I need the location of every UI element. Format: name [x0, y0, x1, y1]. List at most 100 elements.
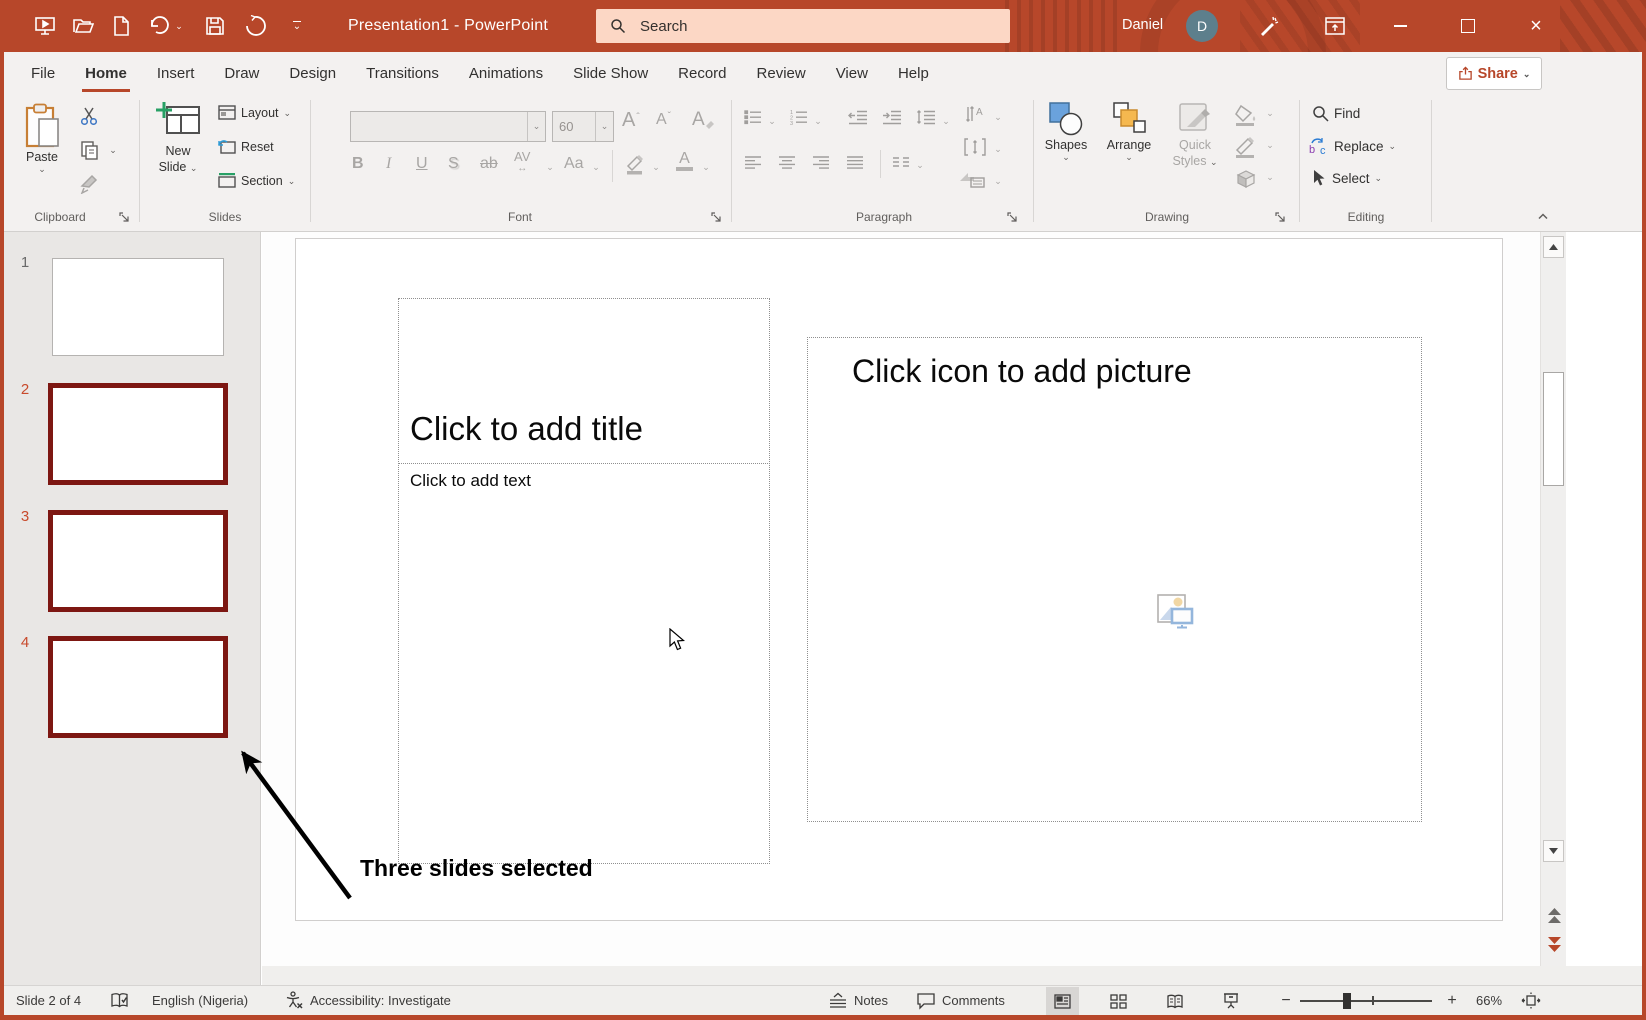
previous-slide-button[interactable] [1544, 904, 1564, 928]
highlight-button[interactable] [624, 153, 646, 175]
zoom-slider-track[interactable] [1300, 1000, 1432, 1002]
redo-button[interactable] [238, 9, 272, 43]
fit-slide-to-window-button[interactable] [1516, 986, 1546, 1015]
scrollbar-thumb[interactable] [1543, 372, 1564, 486]
numbering-button[interactable]: 123 [790, 109, 808, 125]
quick-styles-button[interactable]: Quick Styles ⌄ [1166, 101, 1224, 169]
open-file-icon[interactable] [66, 9, 100, 43]
shape-fill-chevron[interactable]: ⌄ [1264, 107, 1276, 119]
shape-effects-chevron[interactable]: ⌄ [1264, 171, 1276, 183]
layout-button[interactable]: Layout ⌄ [218, 105, 291, 121]
font-size-combo[interactable]: 60 ⌄ [552, 111, 614, 142]
tab-record[interactable]: Record [663, 52, 741, 95]
scroll-up-button[interactable] [1543, 236, 1564, 258]
text-direction-chevron[interactable]: ⌄ [992, 111, 1004, 123]
slide-page[interactable]: Click to add title Click to add text Cli… [295, 238, 1503, 921]
bullets-button[interactable] [744, 109, 762, 125]
smartart-chevron[interactable]: ⌄ [992, 175, 1004, 187]
text-direction-button[interactable]: A [964, 105, 986, 125]
start-slideshow-button[interactable] [28, 9, 62, 43]
copy-dropdown-chevron[interactable]: ⌄ [106, 143, 120, 157]
shape-outline-button[interactable] [1232, 135, 1260, 159]
tab-slide-show[interactable]: Slide Show [558, 52, 663, 95]
accessibility-checker[interactable]: Accessibility: Investigate [284, 986, 451, 1015]
customize-qat-chevron[interactable]: ⌄ [288, 13, 306, 37]
slide-show-button[interactable] [1214, 987, 1247, 1015]
paste-button[interactable]: Paste ⌄ [14, 101, 70, 174]
drawing-dialog-launcher[interactable] [1274, 211, 1286, 223]
picture-placeholder[interactable]: Click icon to add picture [807, 337, 1422, 822]
convert-smartart-button[interactable] [958, 169, 986, 189]
slide-thumbnail-2[interactable] [48, 383, 228, 485]
columns-chevron[interactable]: ⌄ [914, 159, 926, 171]
character-spacing-chevron[interactable]: ⌄ [544, 161, 556, 173]
minimize-button[interactable] [1378, 6, 1422, 46]
decrease-indent-button[interactable] [848, 109, 868, 125]
slide-sorter-view-button[interactable] [1102, 987, 1135, 1015]
text-shadow-button[interactable]: S [448, 155, 459, 173]
shrink-font-button[interactable]: Aˇ [656, 111, 671, 129]
insert-picture-icon[interactable] [1154, 590, 1196, 632]
increase-indent-button[interactable] [882, 109, 902, 125]
slide-thumbnail-4[interactable] [48, 636, 228, 738]
avatar[interactable]: D [1186, 10, 1218, 42]
notes-button[interactable]: Notes [828, 986, 888, 1015]
normal-view-button[interactable] [1046, 987, 1079, 1015]
bold-button[interactable]: B [352, 155, 364, 173]
vertical-scrollbar[interactable] [1540, 232, 1566, 966]
collapse-ribbon-button[interactable] [1532, 207, 1554, 225]
zoom-slider-thumb[interactable] [1343, 993, 1351, 1009]
zoom-out-button[interactable]: − [1274, 986, 1298, 1015]
change-case-button[interactable]: Aa [564, 155, 584, 173]
change-case-chevron[interactable]: ⌄ [590, 161, 602, 173]
body-text-placeholder[interactable]: Click to add text [398, 463, 770, 864]
share-button[interactable]: Share ⌄ [1446, 57, 1542, 90]
comments-button[interactable]: Comments [916, 986, 1005, 1015]
slide-thumbnail-1[interactable] [52, 258, 224, 356]
slide-indicator[interactable]: Slide 2 of 4 [16, 986, 81, 1015]
bullets-chevron[interactable]: ⌄ [766, 115, 778, 127]
font-dialog-launcher[interactable] [710, 211, 722, 223]
cut-button[interactable] [74, 103, 104, 129]
reading-view-button[interactable] [1158, 987, 1191, 1015]
underline-button[interactable]: U [416, 155, 428, 173]
presenter-coach-icon[interactable] [1252, 9, 1286, 43]
maximize-button[interactable] [1446, 6, 1490, 46]
close-button[interactable]: × [1514, 6, 1558, 46]
tab-design[interactable]: Design [274, 52, 351, 95]
align-right-button[interactable] [812, 155, 830, 170]
tab-animations[interactable]: Animations [454, 52, 558, 95]
shapes-button[interactable]: Shapes ⌄ [1042, 101, 1090, 162]
align-text-button[interactable] [964, 137, 986, 157]
tab-view[interactable]: View [821, 52, 883, 95]
strikethrough-button[interactable]: ab [480, 155, 498, 173]
character-spacing-button[interactable]: AV ↔ [514, 150, 530, 175]
select-button[interactable]: Select ⌄ [1312, 169, 1382, 187]
line-spacing-chevron[interactable]: ⌄ [940, 115, 952, 127]
arrange-button[interactable]: Arrange ⌄ [1098, 101, 1160, 162]
slide-thumbnail-3[interactable] [48, 510, 228, 612]
shape-fill-button[interactable] [1232, 103, 1260, 127]
font-color-button[interactable]: A [676, 151, 693, 171]
tab-home[interactable]: Home [70, 52, 142, 95]
format-painter-button[interactable] [74, 171, 104, 197]
next-slide-button[interactable] [1544, 932, 1564, 956]
find-button[interactable]: Find [1312, 105, 1360, 122]
tab-review[interactable]: Review [742, 52, 821, 95]
scroll-down-button[interactable] [1543, 840, 1564, 862]
reset-button[interactable]: Reset [218, 139, 274, 155]
replace-button[interactable]: bc Replace ⌄ [1308, 137, 1396, 155]
columns-button[interactable] [892, 155, 910, 170]
tab-help[interactable]: Help [883, 52, 944, 95]
line-spacing-button[interactable] [916, 109, 936, 125]
font-color-chevron[interactable]: ⌄ [700, 161, 712, 173]
spell-check-button[interactable] [110, 986, 129, 1015]
zoom-level[interactable]: 66% [1476, 986, 1502, 1015]
grow-font-button[interactable]: Aˆ [622, 109, 640, 132]
tab-draw[interactable]: Draw [209, 52, 274, 95]
clipboard-dialog-launcher[interactable] [118, 211, 130, 223]
language-indicator[interactable]: English (Nigeria) [152, 986, 248, 1015]
italic-button[interactable]: I [386, 155, 391, 173]
clear-formatting-button[interactable]: A [692, 109, 715, 131]
paragraph-dialog-launcher[interactable] [1006, 211, 1018, 223]
